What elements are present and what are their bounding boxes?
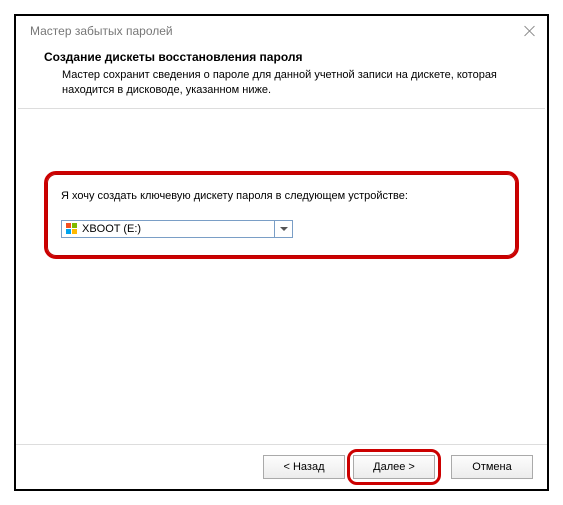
- cancel-button[interactable]: Отмена: [451, 455, 533, 479]
- back-button[interactable]: < Назад: [263, 455, 345, 479]
- device-prompt: Я хочу создать ключевую дискету пароля в…: [61, 190, 502, 202]
- page-heading: Создание дискеты восстановления пароля: [44, 50, 519, 64]
- drive-select[interactable]: XBOOT (E:): [61, 220, 293, 238]
- drive-select-text: XBOOT (E:): [82, 223, 141, 235]
- next-button-highlight: Далее >: [347, 449, 441, 485]
- drive-select-value: XBOOT (E:): [62, 221, 274, 237]
- next-button[interactable]: Далее >: [353, 455, 435, 479]
- dropdown-button[interactable]: [274, 221, 292, 237]
- window-title: Мастер забытых паролей: [30, 24, 173, 38]
- titlebar: Мастер забытых паролей: [16, 16, 547, 46]
- highlighted-section: Я хочу создать ключевую дискету пароля в…: [44, 171, 519, 259]
- windows-icon: [66, 223, 78, 235]
- content-area: Я хочу создать ключевую дискету пароля в…: [16, 109, 547, 389]
- page-subheading: Мастер сохранит сведения о пароле для да…: [44, 68, 519, 98]
- button-bar: < Назад Далее > Отмена: [16, 444, 547, 489]
- chevron-down-icon: [280, 227, 288, 231]
- close-icon[interactable]: [523, 24, 537, 38]
- wizard-header: Создание дискеты восстановления пароля М…: [16, 46, 547, 108]
